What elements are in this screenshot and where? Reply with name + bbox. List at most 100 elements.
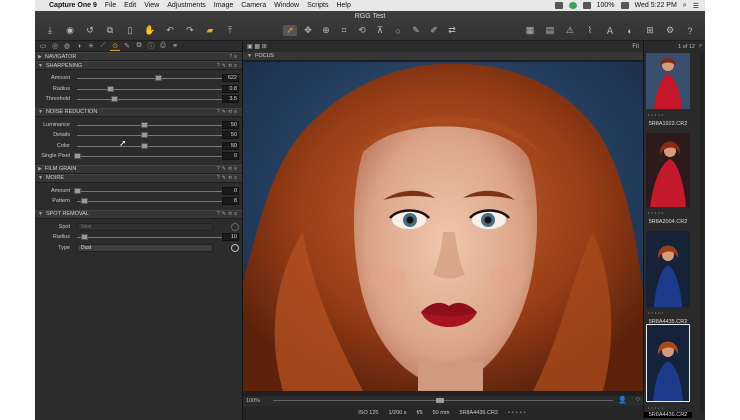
slider-knob[interactable]	[106, 85, 114, 92]
value-field[interactable]: 10	[222, 233, 239, 241]
multi-view-icon[interactable]: ▦	[254, 43, 260, 50]
rating-dots[interactable]: •••••	[648, 112, 665, 117]
thumbnail-selected[interactable]	[646, 324, 690, 402]
pan-icon[interactable]: ✥	[301, 25, 315, 36]
keystone-icon[interactable]: ⊼	[373, 25, 387, 36]
slider-knob[interactable]	[155, 75, 163, 81]
menu-camera[interactable]: Camera	[241, 2, 266, 9]
settings-gear-icon[interactable]: ⚙	[663, 25, 677, 36]
menu-file[interactable]: File	[105, 2, 116, 9]
copy-apply-icon[interactable]: ⇄	[445, 25, 459, 36]
spot-dropdown[interactable]: Next	[77, 222, 213, 231]
overlay-icon[interactable]: ▤	[543, 25, 557, 36]
proof-icon[interactable]: Ａ	[603, 25, 617, 36]
workspace-icon[interactable]: ⊞	[643, 25, 657, 36]
tab-details-icon[interactable]: ⊙	[110, 42, 120, 51]
grid-view-icon[interactable]: ▦	[523, 25, 537, 36]
zoom-level[interactable]: 100%	[246, 398, 260, 404]
slider-knob[interactable]	[81, 234, 89, 240]
menu-adjustments[interactable]: Adjustments	[167, 2, 206, 9]
thumbnail[interactable]	[646, 133, 690, 207]
dropbox-icon[interactable]	[554, 2, 563, 9]
value-field[interactable]: 622	[222, 74, 239, 82]
navigator-header[interactable]: ▶ NAVIGATOR ?≡	[35, 52, 242, 61]
header-actions[interactable]: ?≡	[229, 54, 239, 60]
undo-icon[interactable]: ↶	[163, 25, 177, 36]
slider-track[interactable]	[77, 190, 225, 192]
header-actions[interactable]: ?✎⟲≡	[217, 166, 239, 172]
slider-track[interactable]	[77, 88, 225, 90]
expand-arrow-icon[interactable]: ▼	[38, 211, 43, 217]
thumbnail[interactable]	[646, 53, 690, 109]
collapse-arrow-icon[interactable]: ▶	[38, 54, 42, 60]
copy-adjustments-icon[interactable]: ⧉	[103, 25, 117, 36]
rating-dots[interactable]: •••••	[648, 405, 665, 410]
select-cursor-icon[interactable]: ➚	[283, 25, 297, 36]
slider-track[interactable]	[77, 145, 225, 147]
header-actions[interactable]: ?✎⟲≡	[217, 109, 239, 115]
thumbnail[interactable]	[646, 231, 690, 307]
value-field[interactable]: 50	[222, 120, 239, 129]
tab-metadata-icon[interactable]: ⓘ	[146, 42, 156, 51]
spot-removal-header[interactable]: ▼ SPOT REMOVAL ?✎⟲≡	[35, 209, 242, 219]
tab-adjustments-icon[interactable]: ⧉	[134, 42, 144, 51]
spot-circle-icon[interactable]	[231, 243, 239, 252]
process-stack-icon[interactable]: ▰	[203, 25, 217, 36]
capture-icon[interactable]: ◉	[63, 25, 77, 36]
expand-arrow-icon[interactable]: ▼	[38, 109, 43, 115]
menu-view[interactable]: View	[144, 2, 159, 9]
sharpening-header[interactable]: ▼ SHARPENING ?✎⟲≡	[35, 61, 242, 70]
brightness-icon[interactable]: ○	[636, 396, 640, 403]
single-view-icon[interactable]: ▣	[247, 43, 253, 50]
spot-removal-icon[interactable]: ○	[391, 25, 405, 36]
rating-dots[interactable]: •••••	[648, 210, 665, 215]
wifi-icon[interactable]	[582, 2, 591, 9]
person-icon[interactable]: 👤	[618, 396, 627, 404]
moire-header[interactable]: ▼ MOIRE ?✎⟲≡	[35, 173, 242, 183]
slider-knob[interactable]	[140, 142, 148, 149]
header-actions[interactable]: ?✎⟲≡	[217, 63, 239, 69]
compare-icon[interactable]: ◐	[623, 25, 637, 36]
header-actions[interactable]: ?✎⟲≡	[217, 175, 239, 181]
status-green-icon[interactable]	[568, 2, 577, 9]
search-icon[interactable]: ⌕	[699, 43, 702, 50]
collapse-arrow-icon[interactable]: ▶	[38, 166, 42, 172]
value-field[interactable]: 8	[222, 197, 239, 205]
main-photo[interactable]	[243, 62, 643, 391]
brush-icon[interactable]: ✎	[409, 25, 423, 36]
slider-track[interactable]	[77, 124, 225, 126]
slider-track[interactable]	[77, 237, 225, 238]
tab-lens-icon[interactable]: ◍	[62, 42, 72, 51]
redo-icon[interactable]: ↷	[183, 25, 197, 36]
picker-icon[interactable]: ✐	[427, 25, 441, 36]
value-field[interactable]: 0.8	[222, 84, 239, 93]
tab-output-icon[interactable]: ⎙	[158, 42, 168, 51]
slider-track[interactable]	[77, 201, 225, 202]
slider-knob[interactable]	[81, 198, 89, 204]
tab-exposure-icon[interactable]: ☀	[86, 42, 96, 51]
tab-library-icon[interactable]: ▭	[38, 42, 48, 51]
expand-arrow-icon[interactable]: ▼	[38, 63, 43, 69]
value-field[interactable]: 50	[222, 141, 239, 150]
exposure-warning-icon[interactable]: ⚠	[563, 25, 577, 36]
notification-center-icon[interactable]: ☰	[693, 2, 699, 10]
tab-capture-icon[interactable]: ◎	[50, 42, 60, 51]
remove-spot-icon[interactable]	[231, 222, 239, 231]
rating-stars-icon[interactable]: ▪▪▪▪▪	[508, 410, 528, 416]
menu-image[interactable]: Image	[214, 2, 233, 9]
menu-edit[interactable]: Edit	[124, 2, 136, 9]
value-field[interactable]: 0	[222, 186, 239, 195]
menubar-clock[interactable]: Wed 5:22 PM	[635, 2, 677, 9]
value-field[interactable]: 0	[222, 152, 239, 160]
expand-arrow-icon[interactable]: ▼	[247, 53, 252, 59]
slider-knob[interactable]	[74, 153, 81, 159]
trash-icon[interactable]: ▯	[123, 25, 137, 36]
menu-scripts[interactable]: Scripts	[307, 2, 328, 9]
menu-help[interactable]: Help	[336, 2, 350, 9]
tab-local-adjust-icon[interactable]: ✎	[122, 42, 132, 51]
header-actions[interactable]: ?✎⟲≡	[217, 211, 239, 217]
expand-arrow-icon[interactable]: ▼	[38, 175, 43, 181]
slider-knob[interactable]	[140, 121, 148, 128]
type-dropdown[interactable]: Dust	[77, 243, 213, 252]
help-icon[interactable]: ?	[683, 25, 697, 36]
